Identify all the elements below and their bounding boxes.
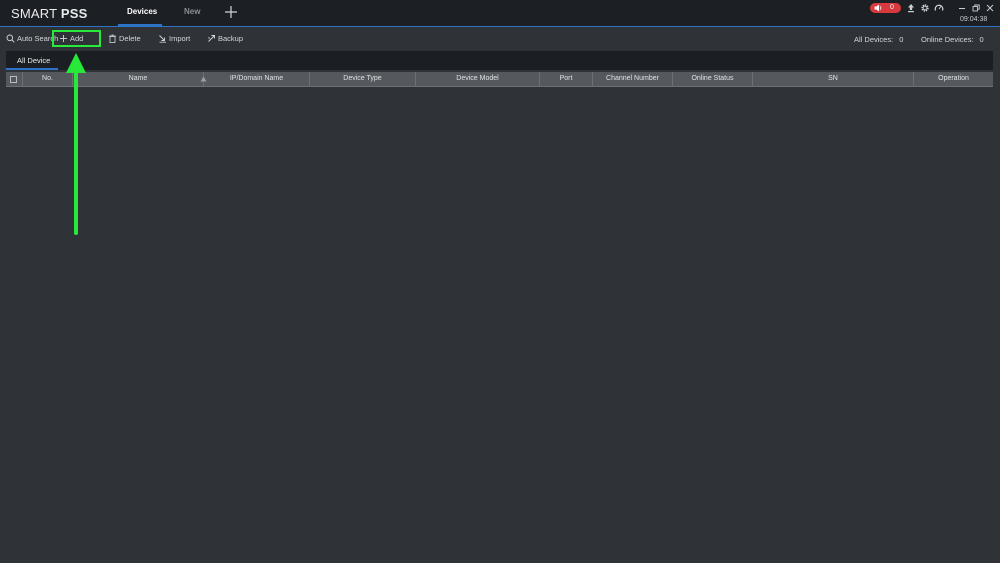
import-button[interactable]: Import (158, 33, 192, 45)
device-table-header: No. Name IP/Domain Name Device Type Devi… (6, 72, 993, 87)
backup-icon (208, 35, 215, 42)
column-header-operation[interactable]: Operation (914, 72, 993, 86)
tab-devices[interactable]: Devices (127, 7, 157, 16)
backup-button[interactable]: Backup (207, 33, 245, 45)
delete-button[interactable]: Delete (108, 33, 142, 45)
column-header-device-model[interactable]: Device Model (416, 72, 540, 86)
column-header-port[interactable]: Port (540, 72, 593, 86)
smart-pss-window: SMART PSS Devices New 0 09:04:38 Auto Se… (0, 0, 1000, 563)
all-devices-count: All Devices: 0 (854, 35, 903, 44)
minimize-icon[interactable] (957, 3, 967, 13)
column-header-sn[interactable]: SN (753, 72, 914, 86)
device-toolbar: Auto Search Add Delete Import Backup All… (0, 27, 1000, 50)
delete-label: Delete (119, 34, 141, 43)
all-devices-value: 0 (899, 35, 904, 44)
tab-new[interactable]: New (184, 7, 200, 16)
online-devices-count: Online Devices: 0 (921, 35, 984, 44)
speaker-icon (874, 4, 882, 12)
column-header-name-label: Name (128, 75, 148, 82)
add-tab-icon[interactable] (224, 5, 238, 19)
upload-icon[interactable] (906, 3, 916, 13)
title-bar: SMART PSS Devices New 0 09:04:38 (0, 0, 1000, 27)
gear-icon[interactable] (920, 3, 930, 13)
alarm-button[interactable]: 0 (870, 3, 901, 13)
close-icon[interactable] (985, 3, 995, 13)
all-devices-label: All Devices: (854, 35, 894, 44)
column-header-device-type[interactable]: Device Type (310, 72, 416, 86)
tab-all-device-label: All Device (17, 56, 51, 65)
app-logo: SMART PSS (11, 6, 87, 21)
add-button-highlight (52, 30, 101, 47)
column-header-name[interactable]: Name (73, 72, 204, 86)
logo-suffix: PSS (60, 6, 88, 21)
restore-icon[interactable] (971, 3, 981, 13)
gauge-icon[interactable] (934, 3, 944, 13)
column-header-online-status[interactable]: Online Status (673, 72, 753, 86)
column-header-channel-number[interactable]: Channel Number (593, 72, 673, 86)
backup-label: Backup (218, 34, 244, 43)
tab-all-device[interactable]: All Device (6, 51, 58, 70)
select-all-cell (6, 72, 23, 86)
import-label: Import (169, 34, 191, 43)
online-devices-label: Online Devices: (921, 35, 974, 44)
import-icon (159, 35, 166, 43)
tab-devices-active-indicator (118, 24, 162, 26)
online-devices-value: 0 (979, 35, 984, 44)
logo-prefix: SMART (11, 6, 58, 21)
alarm-count: 0 (890, 4, 894, 11)
device-table-body (6, 87, 993, 557)
device-group-tabs: All Device (6, 51, 993, 70)
annotation-arrow (66, 53, 86, 235)
select-all-checkbox[interactable] (10, 76, 17, 83)
column-header-ip-domain[interactable]: IP/Domain Name (204, 72, 310, 86)
clock: 09:04:38 (960, 16, 988, 23)
tab-all-device-indicator (6, 68, 58, 70)
trash-icon (109, 34, 116, 43)
search-icon (6, 34, 15, 43)
auto-search-button[interactable]: Auto Search (6, 33, 58, 45)
